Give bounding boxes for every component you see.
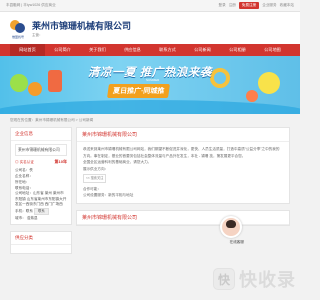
banner-wave <box>0 100 300 114</box>
lemon-icon <box>258 72 280 94</box>
topbar-link-bookmark[interactable]: 收藏本站 <box>280 3 294 8</box>
banner-tag: 夏日推广·同城推 <box>107 84 171 98</box>
address-row: 公司地址：山东省 莱州 莱州市 东阳镇 山东省莱州市东阳镇大开发区一西街东门西 … <box>15 191 67 206</box>
right-column: 莱州市锦珊机械有限公司 恭送来到莱州市锦珊机械有限公司网站，我们期望不断促进并深… <box>76 127 290 260</box>
lime-icon <box>10 74 28 92</box>
city-row: 城市： 浩弗县 <box>15 215 67 221</box>
breadcrumb: 您现在的位置：莱州市锦珊机械有限公司 > 公司新闻 <box>10 118 94 122</box>
nav-about[interactable]: 关于我们 <box>80 44 115 56</box>
article-tag[interactable]: << 搜索关注 <box>83 174 107 183</box>
supply-category-heading: 供应分类 <box>11 232 71 245</box>
site-logo[interactable]: 维盟找号 <box>10 18 26 39</box>
membership-years: 第10年 <box>54 159 67 164</box>
company-info-panel: 企业信息 莱州市锦珊机械有限公司 ◎ 实名认证 第10年 公司名：佚 企业名称：… <box>10 127 72 225</box>
topbar-link-login[interactable]: 登录 <box>219 3 226 8</box>
nav-album[interactable]: 公司相册 <box>220 44 255 56</box>
city-value: 浩弗县 <box>26 215 38 220</box>
company-title: 莱州市锦珊机械有限公司 <box>32 20 132 31</box>
watermark-text: 快收录 <box>239 270 296 290</box>
nav-map[interactable]: 公司地图 <box>255 44 290 56</box>
verification-row: ◎ 实名认证 第10年 <box>15 159 67 165</box>
customer-service-avatar[interactable] <box>220 216 242 238</box>
company-info-heading: 企业信息 <box>11 128 71 141</box>
logo-subtitle: 维盟找号 <box>11 34 24 39</box>
nav-profile[interactable]: 公司简介 <box>45 44 80 56</box>
city-label: 城市： <box>15 215 26 220</box>
beach-ball-icon <box>246 90 258 102</box>
chat-label[interactable]: 在线客服 <box>230 240 244 245</box>
article-title[interactable]: 莱州市锦珊机械有限公司 <box>77 128 289 142</box>
top-bar: 丰县融网 | 丰tyw1026 供应商业 登录 注册 免费注册 企业服务 收藏本… <box>0 0 300 12</box>
float-ring-icon <box>210 68 230 88</box>
nav-supply[interactable]: 供应信息 <box>115 44 150 56</box>
watermark: 快 快收录 <box>213 266 296 292</box>
article-panel-2: 莱州市锦珊机械有限公司 <box>76 209 290 226</box>
company-main-business: 主营： <box>32 32 43 37</box>
article-paragraph: 恭送来到莱州市锦珊机械有限公司网站，我们期望不断促进并深化，更快、人员生活质量，… <box>83 147 280 158</box>
verified-badge: ◎ 实名认证 <box>15 160 34 164</box>
article-panel: 莱州市锦珊机械有限公司 恭送来到莱州市锦珊机械有限公司网站，我们期望不断促进并深… <box>76 127 290 204</box>
info-row: 手机：联系 联系 <box>15 207 67 215</box>
promo-banner[interactable]: 清凉一夏 推广热浪来袭 SUMMER 夏日推广·同城推 <box>0 56 300 114</box>
supply-category-panel: 供应分类 <box>10 230 72 254</box>
left-column: 企业信息 莱州市锦珊机械有限公司 ◎ 实名认证 第10年 公司名：佚 企业名称：… <box>10 127 72 260</box>
main-nav: 网站首页 公司简介 关于我们 供应信息 联系方式 公司新闻 公司相册 公司地图 <box>0 44 300 56</box>
topbar-link-services[interactable]: 企业服务 <box>262 3 276 8</box>
topbar-links: 登录 注册 免费注册 企业服务 收藏本站 <box>219 2 294 9</box>
article-title-2[interactable]: 莱州市锦珊机械有限公司 <box>77 211 289 225</box>
topbar-link-free-register[interactable]: 免费注册 <box>238 2 260 9</box>
nav-home[interactable]: 网站首页 <box>10 44 45 56</box>
site-header: 维盟找号 莱州市锦珊机械有限公司 主营： <box>0 12 300 44</box>
company-name-box: 莱州市锦珊机械有限公司 <box>15 144 67 156</box>
nav-contact[interactable]: 联系方式 <box>150 44 185 56</box>
article-line: 展示供业方向： <box>83 166 109 171</box>
topbar-link-register[interactable]: 注册 <box>229 3 236 8</box>
logo-mark-icon <box>10 18 26 34</box>
brand-block: 莱州市锦珊机械有限公司 主营： <box>32 19 131 38</box>
orange-icon <box>28 82 42 96</box>
topbar-left-text: 丰县融网 | 丰tyw1026 供应商业 <box>6 3 56 7</box>
drink-icon <box>48 70 62 92</box>
banner-small-text: SUMMER <box>146 78 160 82</box>
phone-label: 手机：联系 <box>15 208 33 213</box>
article-tags: << 搜索关注 <box>83 174 283 183</box>
article-sub-body: 公司设置服务：新的平相与地址 <box>83 193 134 197</box>
main-content: 企业信息 莱州市锦珊机械有限公司 ◎ 实名认证 第10年 公司名：佚 企业名称：… <box>0 127 300 260</box>
nav-news[interactable]: 公司新闻 <box>185 44 220 56</box>
contact-button[interactable]: 联系 <box>33 207 49 215</box>
watermark-logo-icon: 快 <box>213 268 235 290</box>
